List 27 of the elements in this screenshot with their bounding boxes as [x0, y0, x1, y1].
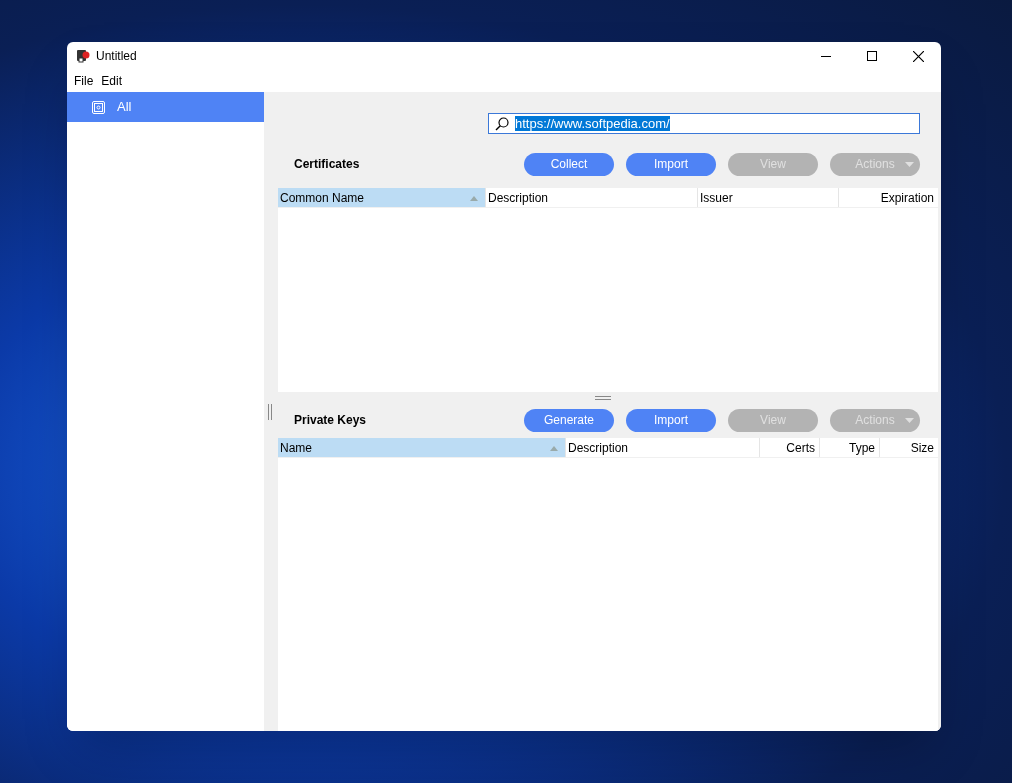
- menu-item[interactable]: Edit: [97, 72, 127, 90]
- window-title: Untitled: [96, 48, 137, 65]
- column-header[interactable]: Name: [278, 438, 566, 457]
- splitter-grip-icon: [268, 404, 272, 420]
- menu-item[interactable]: File: [70, 72, 98, 90]
- column-header[interactable]: Common Name: [278, 188, 486, 207]
- action-button[interactable]: Collect: [524, 152, 614, 176]
- action-button[interactable]: Generate: [524, 408, 614, 432]
- action-button[interactable]: Import: [626, 152, 716, 176]
- column-header[interactable]: Issuer: [698, 188, 839, 207]
- close-icon: [912, 50, 924, 62]
- section-title: Private Keys: [294, 412, 367, 429]
- drive-icon: [92, 100, 105, 114]
- column-header[interactable]: Description: [486, 188, 698, 207]
- sort-ascending-icon: [550, 446, 558, 451]
- section-title: Certificates: [294, 156, 360, 173]
- minimize-icon: [821, 55, 831, 57]
- action-button[interactable]: Import: [626, 408, 716, 432]
- column-header[interactable]: Description: [566, 438, 760, 457]
- search-field[interactable]: https://www.softpedia.com/: [488, 113, 920, 134]
- maximize-icon: [867, 51, 877, 61]
- url-text: https://www.softpedia.com/: [515, 116, 670, 131]
- sort-ascending-icon: [470, 196, 478, 201]
- sidebar-item[interactable]: All: [67, 92, 264, 122]
- app-icon: [76, 49, 90, 63]
- splitter-grip-icon: [594, 396, 611, 400]
- search-icon: [495, 116, 509, 131]
